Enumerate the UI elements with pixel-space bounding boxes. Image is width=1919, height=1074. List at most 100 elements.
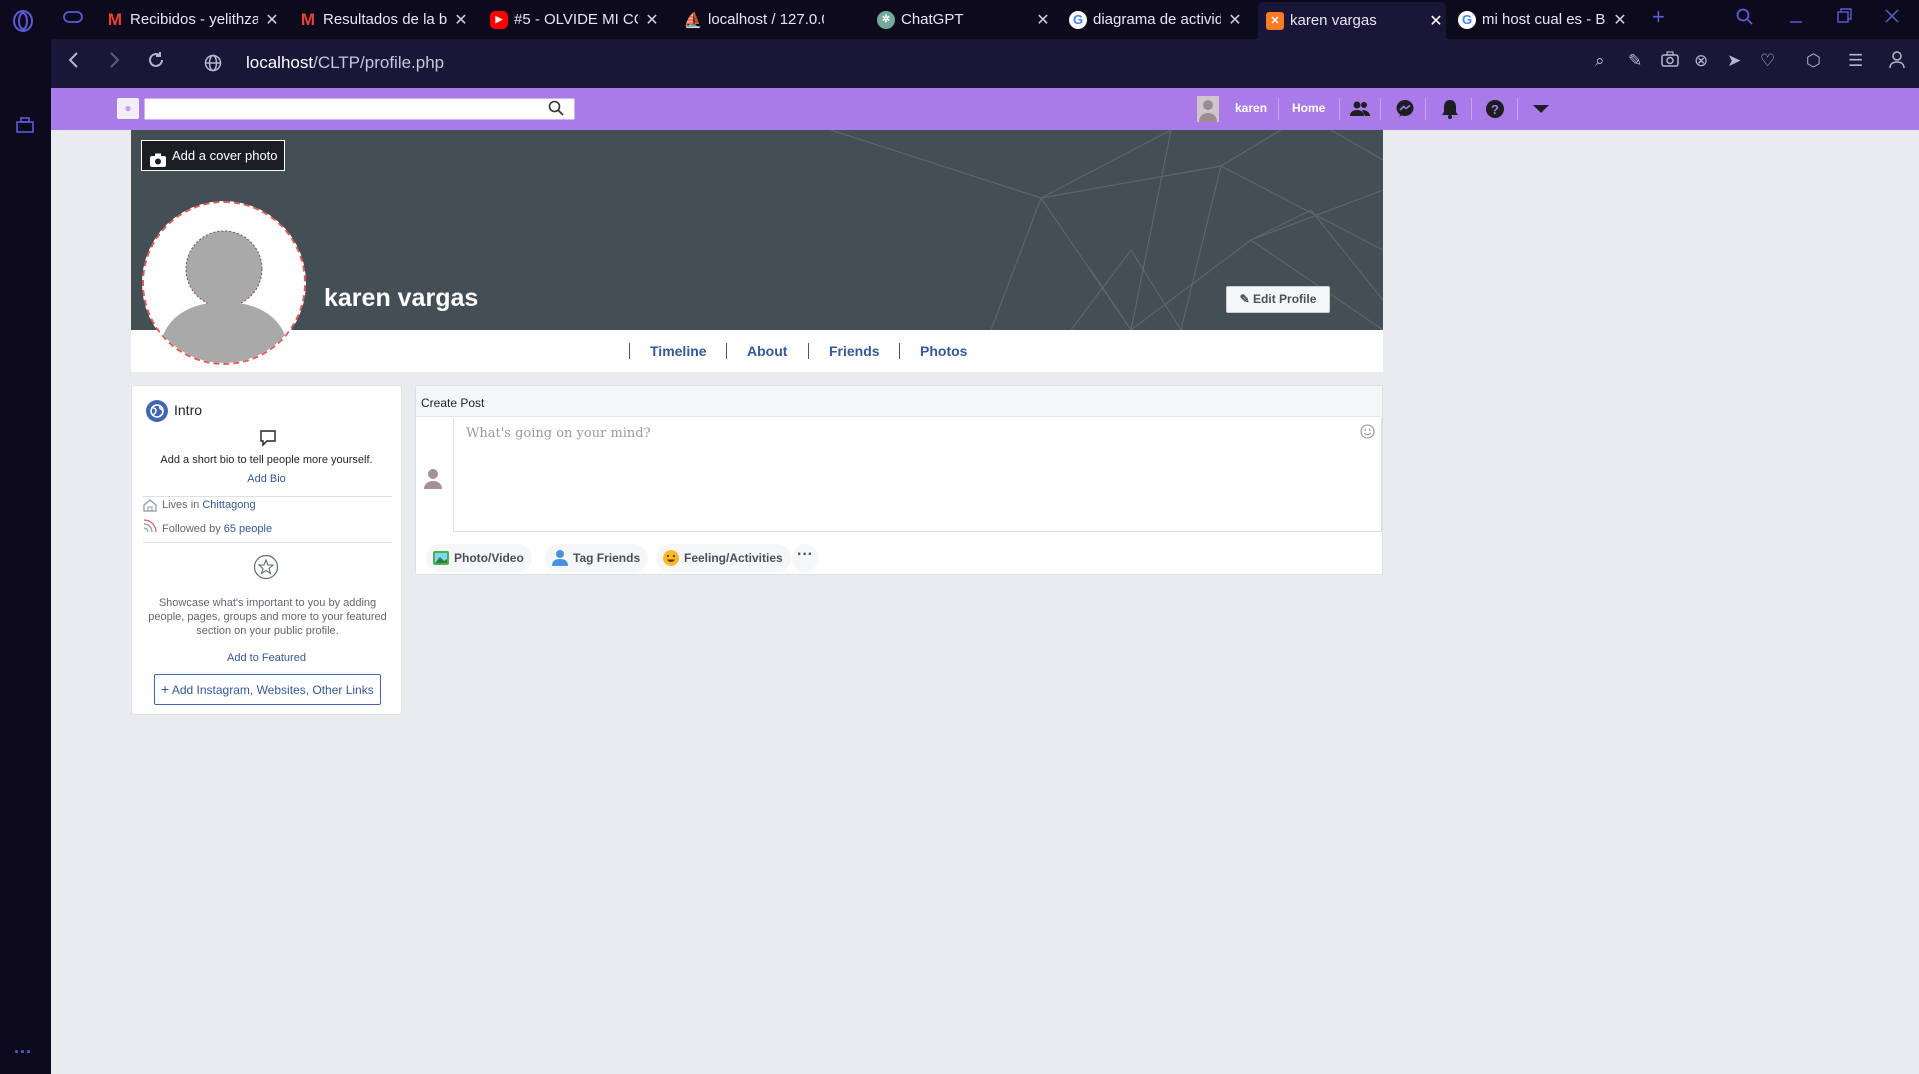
gamepad-icon[interactable]: [63, 9, 83, 30]
tab-recibidos[interactable]: M Recibidos - yelithza ✕: [106, 6, 282, 33]
workspaces-icon[interactable]: [15, 116, 35, 139]
tab-chatgpt[interactable]: ✲ ChatGPT ✕: [877, 6, 1053, 33]
close-tab-icon[interactable]: ✕: [1225, 10, 1245, 30]
add-cover-photo-button[interactable]: Add a cover photo: [141, 140, 285, 171]
close-tab-icon[interactable]: ✕: [262, 10, 282, 30]
emoji-icon[interactable]: [1360, 424, 1375, 444]
header-separator: [1339, 98, 1340, 120]
photo-icon: [432, 549, 450, 567]
svg-text:?: ?: [1491, 102, 1499, 117]
notifications-bell-icon[interactable]: [1438, 97, 1462, 121]
photo-video-label: Photo/Video: [454, 551, 524, 565]
lives-in-label: Lives in: [162, 499, 203, 511]
messenger-icon[interactable]: [1393, 97, 1417, 121]
city-link[interactable]: Chittagong: [202, 499, 255, 511]
add-links-button[interactable]: + Add Instagram, Websites, Other Links: [154, 674, 381, 705]
header-separator: [1278, 98, 1279, 120]
tab-diagrama[interactable]: G diagrama de activid ✕: [1069, 6, 1245, 33]
post-author-avatar-icon: [423, 466, 443, 490]
tab-timeline[interactable]: Timeline: [650, 343, 707, 359]
gmail-icon: M: [107, 9, 123, 29]
post-textarea[interactable]: What's going on your mind?: [453, 418, 1382, 532]
tab-friends[interactable]: Friends: [829, 343, 880, 359]
url-host: localhost: [246, 53, 314, 72]
tag-friends-button[interactable]: Tag Friends: [545, 544, 649, 572]
browser-tab-bar: M Recibidos - yelithza ✕ M Resultados de…: [0, 0, 1919, 39]
search-tabs-icon[interactable]: [1736, 8, 1754, 31]
nav-separator: [808, 343, 809, 359]
photo-video-button[interactable]: Photo/Video: [426, 544, 532, 572]
url-field[interactable]: localhost/CLTP/profile.php: [246, 53, 444, 73]
tab-mi-host[interactable]: G mi host cual es - B ✕: [1458, 6, 1630, 33]
tab-resultados[interactable]: M Resultados de la bú ✕: [299, 6, 471, 33]
xampp-icon: ✕: [1266, 11, 1284, 30]
site-info-icon[interactable]: [204, 52, 222, 78]
gmail-icon: M: [300, 9, 316, 29]
camera-snapshot-icon[interactable]: [1661, 51, 1679, 72]
search-icon[interactable]: [548, 100, 564, 120]
account-icon[interactable]: [1889, 51, 1905, 74]
tab-localhost[interactable]: ⛵ localhost / 127.0.0.: [684, 6, 824, 33]
rss-feed-icon: [143, 517, 159, 538]
tab-youtube[interactable]: ▶ #5 - OLVIDE MI CO ✕: [490, 6, 662, 33]
add-to-featured-link[interactable]: Add to Featured: [132, 652, 401, 664]
close-tab-icon[interactable]: ✕: [1033, 10, 1053, 30]
header-separator: [1517, 98, 1518, 120]
reload-icon[interactable]: [146, 50, 166, 76]
sidebar-more-icon[interactable]: ···: [14, 1042, 32, 1063]
close-tab-icon[interactable]: ✕: [642, 10, 662, 30]
intro-title: Intro: [174, 402, 203, 418]
youtube-icon: ▶: [490, 10, 508, 29]
followers-link[interactable]: 65 people: [224, 523, 272, 535]
close-window-icon[interactable]: [1884, 8, 1900, 29]
close-tab-icon[interactable]: ✕: [1610, 10, 1630, 30]
pencil-icon: ✎: [1239, 292, 1250, 306]
profile-picture[interactable]: [142, 201, 306, 365]
back-icon[interactable]: [66, 50, 82, 76]
edit-profile-label: Edit Profile: [1253, 292, 1317, 306]
tab-photos[interactable]: Photos: [920, 343, 967, 359]
forward-icon[interactable]: [106, 50, 122, 76]
friend-requests-icon[interactable]: [1348, 97, 1372, 121]
tab-karen-vargas[interactable]: ✕ karen vargas ✕: [1258, 2, 1446, 39]
share-icon[interactable]: ✎: [1628, 51, 1642, 71]
header-separator: [1471, 98, 1472, 120]
cover-photo: Add a cover photo: [131, 130, 1383, 330]
minimize-icon[interactable]: [1788, 8, 1804, 31]
page-viewport: ● karen Home ? Add a cover photo karen v…: [51, 88, 1919, 1074]
extensions-icon[interactable]: ⬡: [1806, 51, 1821, 71]
opera-logo-icon[interactable]: [12, 10, 34, 37]
plus-icon: +: [161, 681, 170, 697]
lens-icon[interactable]: ⌕: [1595, 51, 1605, 71]
intro-card: Intro Add a short bio to tell people mor…: [131, 385, 402, 715]
help-icon[interactable]: ?: [1483, 97, 1507, 121]
more-options-button[interactable]: ···: [792, 544, 818, 572]
featured-description: Showcase what's important to you by addi…: [148, 597, 387, 637]
tag-friends-label: Tag Friends: [573, 551, 641, 565]
tab-about[interactable]: About: [747, 343, 787, 359]
header-home-link[interactable]: Home: [1292, 101, 1325, 115]
globe-icon: [146, 400, 168, 422]
restore-icon[interactable]: [1836, 8, 1852, 29]
send-icon[interactable]: ➤: [1727, 51, 1741, 71]
header-username-link[interactable]: karen: [1235, 101, 1267, 115]
close-tab-icon[interactable]: ✕: [1426, 11, 1446, 31]
search-input[interactable]: [145, 99, 525, 119]
site-logo-icon[interactable]: ●: [117, 98, 139, 119]
account-menu-caret-icon[interactable]: [1529, 97, 1553, 121]
site-header: ● karen Home ?: [51, 88, 1919, 130]
star-icon: [253, 554, 279, 585]
default-avatar-icon: [144, 203, 304, 363]
add-bio-link[interactable]: Add Bio: [132, 473, 401, 485]
address-bar: localhost/CLTP/profile.php ⌕ ✎ ⊗ ➤ ♡ ⬡ ☰: [51, 39, 1919, 88]
heart-icon[interactable]: ♡: [1760, 51, 1775, 71]
new-tab-button[interactable]: +: [1652, 4, 1665, 30]
post-placeholder: What's going on your mind?: [466, 426, 651, 441]
edit-profile-button[interactable]: ✎ Edit Profile: [1226, 286, 1330, 313]
adblock-icon[interactable]: ⊗: [1694, 51, 1708, 71]
user-avatar-icon[interactable]: [1197, 96, 1219, 122]
bio-prompt-text: Add a short bio to tell people more your…: [160, 454, 373, 466]
feeling-activities-button[interactable]: Feeling/Activities: [656, 544, 791, 572]
easy-setup-icon[interactable]: ☰: [1848, 51, 1863, 71]
close-tab-icon[interactable]: ✕: [451, 10, 471, 30]
